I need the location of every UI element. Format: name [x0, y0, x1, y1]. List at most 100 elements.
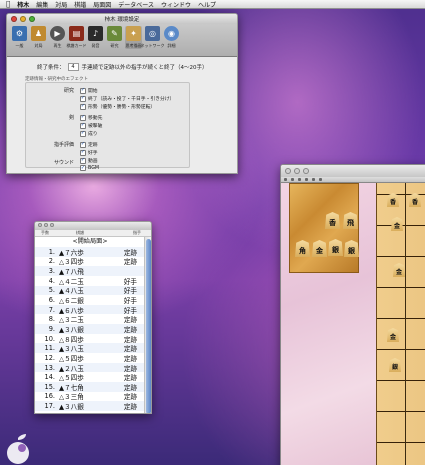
move-row[interactable]: 14. △５四歩 定跡 [35, 372, 145, 382]
move-row[interactable]: 9. ▲３八銀 定跡 [35, 324, 145, 334]
checkmark-icon: ✓ [80, 157, 86, 164]
checkbox-joseki[interactable]: ✓ 定跡 [80, 141, 98, 148]
tab-general[interactable]: ⚙ 一般 [11, 26, 28, 49]
checkbox-animation[interactable]: ✓ 動画 [80, 157, 98, 164]
tab-kifu-card[interactable]: ▤ 棋譜カード [67, 26, 87, 49]
toolbar-icon[interactable] [312, 178, 315, 181]
move-row[interactable]: 17. ▲３八銀 定跡 [35, 401, 145, 411]
toolbar-icon[interactable] [319, 178, 322, 181]
checkmark-icon: ✓ [80, 122, 86, 129]
move-row[interactable]: 11. ▲３八玉 定跡 [35, 343, 145, 353]
menu-diagram[interactable]: 局面図 [93, 0, 111, 9]
move-row[interactable]: 7. ▲６八歩 好手 [35, 304, 145, 315]
kifu-window: 手数 棋譜 指手 <開始局面> 1. ▲７六歩 定跡 2. △３四歩 定跡 3. ▲７八飛 4.… [34, 221, 152, 414]
tab-sound[interactable]: ♪ 発音 [87, 26, 104, 49]
move-row[interactable]: 13. ▲２八玉 定跡 [35, 362, 145, 373]
move-row[interactable]: 18.△２二玉定跡 [35, 411, 145, 413]
menu-window[interactable]: ウィンドウ [161, 0, 191, 9]
minimize-button[interactable] [20, 16, 26, 22]
board-grid-line [405, 183, 406, 465]
hand-piece[interactable]: 飛 [343, 212, 358, 229]
hand-piece[interactable]: 角 [295, 240, 310, 257]
board-piece[interactable]: 香 [409, 193, 421, 207]
checkbox-captured[interactable]: ✓ 被撃破 [80, 122, 102, 129]
tab-research[interactable]: ✎ 研究 [106, 26, 123, 49]
move-comment: 定跡 [123, 354, 137, 363]
zoom-button[interactable] [50, 223, 54, 227]
zoom-button[interactable] [29, 16, 35, 22]
checkmark-icon: ✓ [80, 130, 86, 137]
end-condition-row: 終了条件： 4 手連続で定跡以外の指手が続くと終了（4〜20手） [7, 63, 237, 71]
move-row[interactable]: 3. ▲７八飛 [35, 266, 145, 276]
minimize-button[interactable] [294, 168, 300, 174]
menu-database[interactable]: データベース [118, 0, 154, 9]
move-row[interactable]: 5. ▲４八玉 好手 [35, 285, 145, 295]
shogi-board[interactable]: 香 香 金 金 金 銀 [376, 183, 425, 465]
kifu-scrollbar[interactable] [144, 237, 151, 413]
move-row[interactable]: 2. △３四歩 定跡 [35, 257, 145, 267]
apple-menu-icon[interactable]:  [6, 0, 10, 8]
checkbox-research-situation[interactable]: ✓ 形勢（優勢・勝勢・形勢逆転） [80, 103, 155, 110]
move-row[interactable]: 4. △４二玉 好手 [35, 276, 145, 286]
move-text: ▲３八銀 [59, 403, 84, 412]
move-number: 8. [48, 315, 55, 324]
checkbox-bgm[interactable]: ✓ BGM [80, 165, 99, 171]
menu-app-name[interactable]: 柿木 [17, 0, 29, 9]
checkbox-promote[interactable]: ✓ 成り [80, 130, 98, 137]
close-button[interactable] [11, 16, 17, 22]
column-move-number[interactable]: 手数 [35, 230, 57, 236]
board-piece[interactable]: 銀 [389, 358, 401, 372]
hand-piece[interactable]: 香 [325, 212, 340, 229]
checkbox-move-dest[interactable]: ✓ 移動先 [80, 114, 102, 121]
prefs-title: 柿木 環境設定 [104, 17, 140, 23]
move-number: 2. [48, 257, 55, 266]
board-piece[interactable]: 金 [391, 217, 403, 231]
tab-game[interactable]: ♟ 対局 [30, 26, 47, 49]
checkbox-research-end[interactable]: ✓ 終了（読み・投了・千日手・引き分け） [80, 95, 174, 102]
start-position-row[interactable]: <開始局面> [35, 237, 145, 247]
board-piece[interactable]: 香 [387, 193, 399, 207]
tab-play[interactable]: ▶ 再生 [49, 26, 66, 49]
column-kifu[interactable]: 棋譜 [57, 230, 103, 236]
move-row[interactable]: 10. △８四歩 定跡 [35, 334, 145, 344]
move-row[interactable]: 6. △６二銀 好手 [35, 295, 145, 305]
prefs-toolbar: ⚙ 一般 ♟ 対局 ▶ 再生 ▤ 棋譜カード ♪ 発音 ✎ 研究 ✦ 思考描画 ◎ ネットワーク… [7, 24, 237, 57]
move-row[interactable]: 12. △５四歩 定跡 [35, 353, 145, 363]
checkbox-research-start[interactable]: ✓ 開始 [80, 87, 98, 94]
menu-help[interactable]: ヘルプ [198, 0, 216, 9]
move-comment: 定跡 [123, 258, 137, 267]
menu-kifu[interactable]: 棋譜 [74, 0, 86, 9]
network-icon: ◎ [145, 26, 160, 41]
tab-effects[interactable]: ✦ 思考描画 [125, 26, 142, 49]
move-row[interactable]: 16. △３三角 定跡 [35, 392, 145, 401]
scroll-thumb[interactable] [146, 239, 151, 413]
move-row[interactable]: 1. ▲７六歩 定跡 [35, 247, 145, 257]
toolbar-icon[interactable] [284, 178, 287, 181]
board-piece[interactable]: 金 [393, 263, 405, 277]
column-comment[interactable]: 指手 [103, 230, 141, 236]
hand-piece[interactable]: 銀 [344, 240, 359, 257]
move-row[interactable]: 8. △３二玉 定跡 [35, 314, 145, 324]
toolbar-icon[interactable] [291, 178, 294, 181]
checkbox-good-move[interactable]: ✓ 好手 [80, 149, 98, 156]
board-piece[interactable]: 金 [387, 328, 399, 342]
tab-network[interactable]: ◎ ネットワーク [141, 26, 165, 49]
move-text: △５四歩 [59, 354, 84, 363]
close-button[interactable] [285, 168, 291, 174]
toolbar-icon[interactable] [305, 178, 308, 181]
tab-advanced[interactable]: ◉ 詳細 [163, 26, 180, 49]
toolbar-icon[interactable] [298, 178, 301, 181]
game-icon: ♟ [31, 26, 46, 41]
close-button[interactable] [38, 223, 42, 227]
move-text: ▲７八飛 [59, 268, 84, 277]
hand-piece[interactable]: 銀 [328, 239, 343, 256]
minimize-button[interactable] [44, 223, 48, 227]
move-row[interactable]: 15. ▲７七角 定跡 [35, 381, 145, 392]
menu-edit[interactable]: 編集 [36, 0, 48, 9]
zoom-button[interactable] [303, 168, 309, 174]
menu-game[interactable]: 対局 [55, 0, 67, 9]
group-label-evaluation: 指手評価 [53, 142, 74, 148]
hand-piece[interactable]: 金 [312, 240, 327, 257]
end-condition-input[interactable]: 4 [67, 63, 79, 71]
kifu-window-controls [38, 223, 54, 227]
